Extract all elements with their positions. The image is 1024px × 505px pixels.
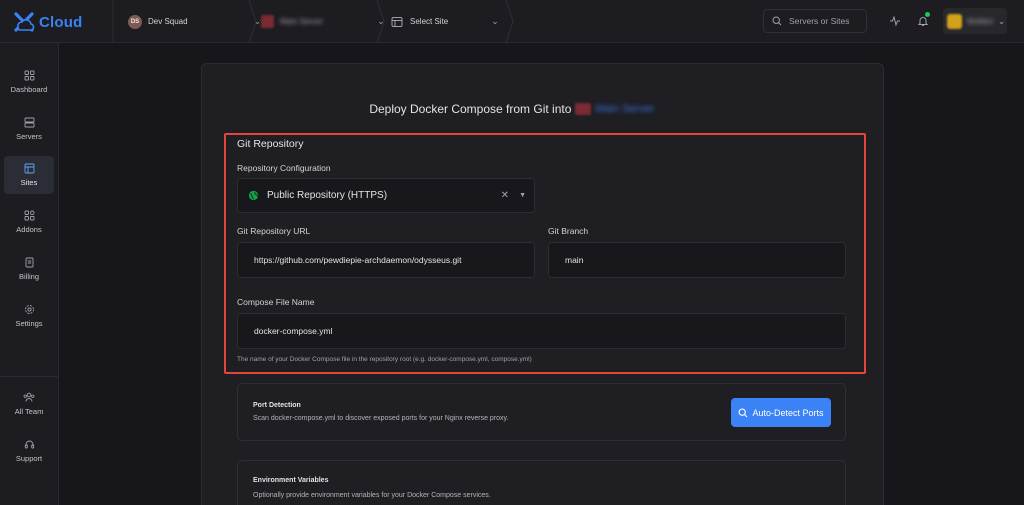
activity-icon xyxy=(890,15,900,27)
sidebar-item-label: Addons xyxy=(16,225,42,234)
user-menu[interactable]: Mofidul ⌄ xyxy=(943,8,1007,34)
server-flag-icon xyxy=(261,15,274,28)
git-branch-value: main xyxy=(565,255,584,265)
sidebar-item-label: Billing xyxy=(18,272,39,281)
auto-detect-ports-label: Auto-Detect Ports xyxy=(752,407,824,418)
chevron-down-icon: ⌄ xyxy=(491,16,499,26)
sidebar-item-label: Servers xyxy=(16,132,42,141)
team-avatar: DS xyxy=(128,14,142,29)
repository-configuration-value: Public Repository (HTTPS) xyxy=(267,190,388,201)
search-input[interactable]: Servers or Sites xyxy=(763,9,867,33)
crumb-arrow-divider xyxy=(376,0,385,43)
sidebar-item-label: Settings xyxy=(15,319,43,328)
notification-dot xyxy=(925,12,930,17)
site-switcher[interactable]: Select Site ⌄ xyxy=(391,0,499,43)
repository-configuration-label: Repository Configuration xyxy=(237,163,331,173)
sidebar-item-label: Support xyxy=(15,454,43,463)
server-name: Main Server xyxy=(280,17,324,26)
sidebar-divider xyxy=(0,376,59,377)
git-branch-label: Git Branch xyxy=(548,226,589,236)
sidebar-item-label: All Team xyxy=(14,407,44,416)
select-controls: ✕ ▼ xyxy=(501,179,526,212)
sidebar-item-addons[interactable]: Addons xyxy=(4,203,54,241)
server-switcher[interactable]: Main Server ⌄ xyxy=(261,0,385,43)
sidebar-item-support[interactable]: Support xyxy=(4,432,54,470)
user-avatar xyxy=(947,13,962,29)
environment-variables-title: Environment Variables xyxy=(253,477,329,484)
server-link[interactable]: Main Server xyxy=(595,103,654,115)
clear-icon[interactable]: ✕ xyxy=(501,190,509,201)
sidebar-item-billing[interactable]: Billing xyxy=(4,250,54,288)
notifications-button[interactable] xyxy=(915,12,931,29)
browser-window-icon xyxy=(391,16,403,27)
browser-window-icon xyxy=(24,163,34,174)
server-flag-icon xyxy=(575,103,592,115)
sidebar-item-dashboard[interactable]: Dashboard xyxy=(4,63,54,101)
addons-icon xyxy=(24,210,34,221)
site-name: Select Site xyxy=(410,17,449,26)
receipt-icon xyxy=(25,257,33,268)
page-title: Deploy Docker Compose from Git into Main… xyxy=(0,100,1024,118)
git-repository-url-input[interactable]: https://github.com/pewdiepie-archdaemon/… xyxy=(237,242,535,278)
sidebar-item-label: Sites xyxy=(20,178,38,187)
x-cloud-logo-icon xyxy=(14,12,35,32)
git-repository-url-label: Git Repository URL xyxy=(237,226,311,236)
activity-button[interactable] xyxy=(887,13,903,29)
compose-file-name-value: docker-compose.yml xyxy=(254,326,333,336)
git-repository-url-value: https://github.com/pewdiepie-archdaemon/… xyxy=(254,255,462,265)
git-repository-title: Git Repository xyxy=(237,138,304,150)
sidebar-item-sites[interactable]: Sites xyxy=(4,156,54,194)
crumb-divider xyxy=(112,0,114,43)
sidebar-item-all-team[interactable]: All Team xyxy=(4,385,54,423)
brand-name: Cloud xyxy=(39,13,83,31)
compose-file-name-label: Compose File Name xyxy=(237,297,315,307)
chevron-down-icon: ⌄ xyxy=(997,15,1006,26)
grid-icon xyxy=(24,70,34,81)
environment-variables-description: Optionally provide environment variables… xyxy=(253,492,491,499)
team-switcher[interactable]: DS Dev Squad ⌄ xyxy=(128,0,261,43)
team-name: Dev Squad xyxy=(148,17,188,26)
search-icon xyxy=(739,408,748,417)
crumb-arrow-divider xyxy=(505,0,514,43)
user-name: Mofidul xyxy=(967,16,993,26)
top-bar: Cloud DS Dev Squad ⌄ Main Server ⌄ Selec… xyxy=(0,0,1024,43)
auto-detect-ports-button[interactable]: Auto-Detect Ports xyxy=(731,398,831,427)
port-detection-title: Port Detection xyxy=(253,402,301,409)
caret-down-icon[interactable]: ▼ xyxy=(519,192,526,199)
brand-logo[interactable]: Cloud xyxy=(12,9,83,35)
repository-configuration-select[interactable]: Public Repository (HTTPS) ✕ ▼ xyxy=(237,178,535,213)
search-placeholder: Servers or Sites xyxy=(789,16,850,26)
team-icon xyxy=(23,392,35,402)
search-icon xyxy=(772,16,782,26)
server-icon xyxy=(24,117,34,128)
compose-file-name-input[interactable]: docker-compose.yml xyxy=(237,313,846,349)
page-title-text: Deploy Docker Compose from Git into xyxy=(369,102,572,116)
sidebar-item-label: Dashboard xyxy=(10,85,48,94)
git-branch-input[interactable]: main xyxy=(548,242,846,278)
compose-file-hint: The name of your Docker Compose file in … xyxy=(237,356,532,363)
globe-icon xyxy=(248,190,259,201)
gear-icon xyxy=(24,305,34,314)
crumb-arrow-divider xyxy=(248,0,257,43)
sidebar-item-settings[interactable]: Settings xyxy=(4,297,54,335)
headset-icon xyxy=(24,440,34,449)
port-detection-description: Scan docker-compose.yml to discover expo… xyxy=(253,415,509,422)
